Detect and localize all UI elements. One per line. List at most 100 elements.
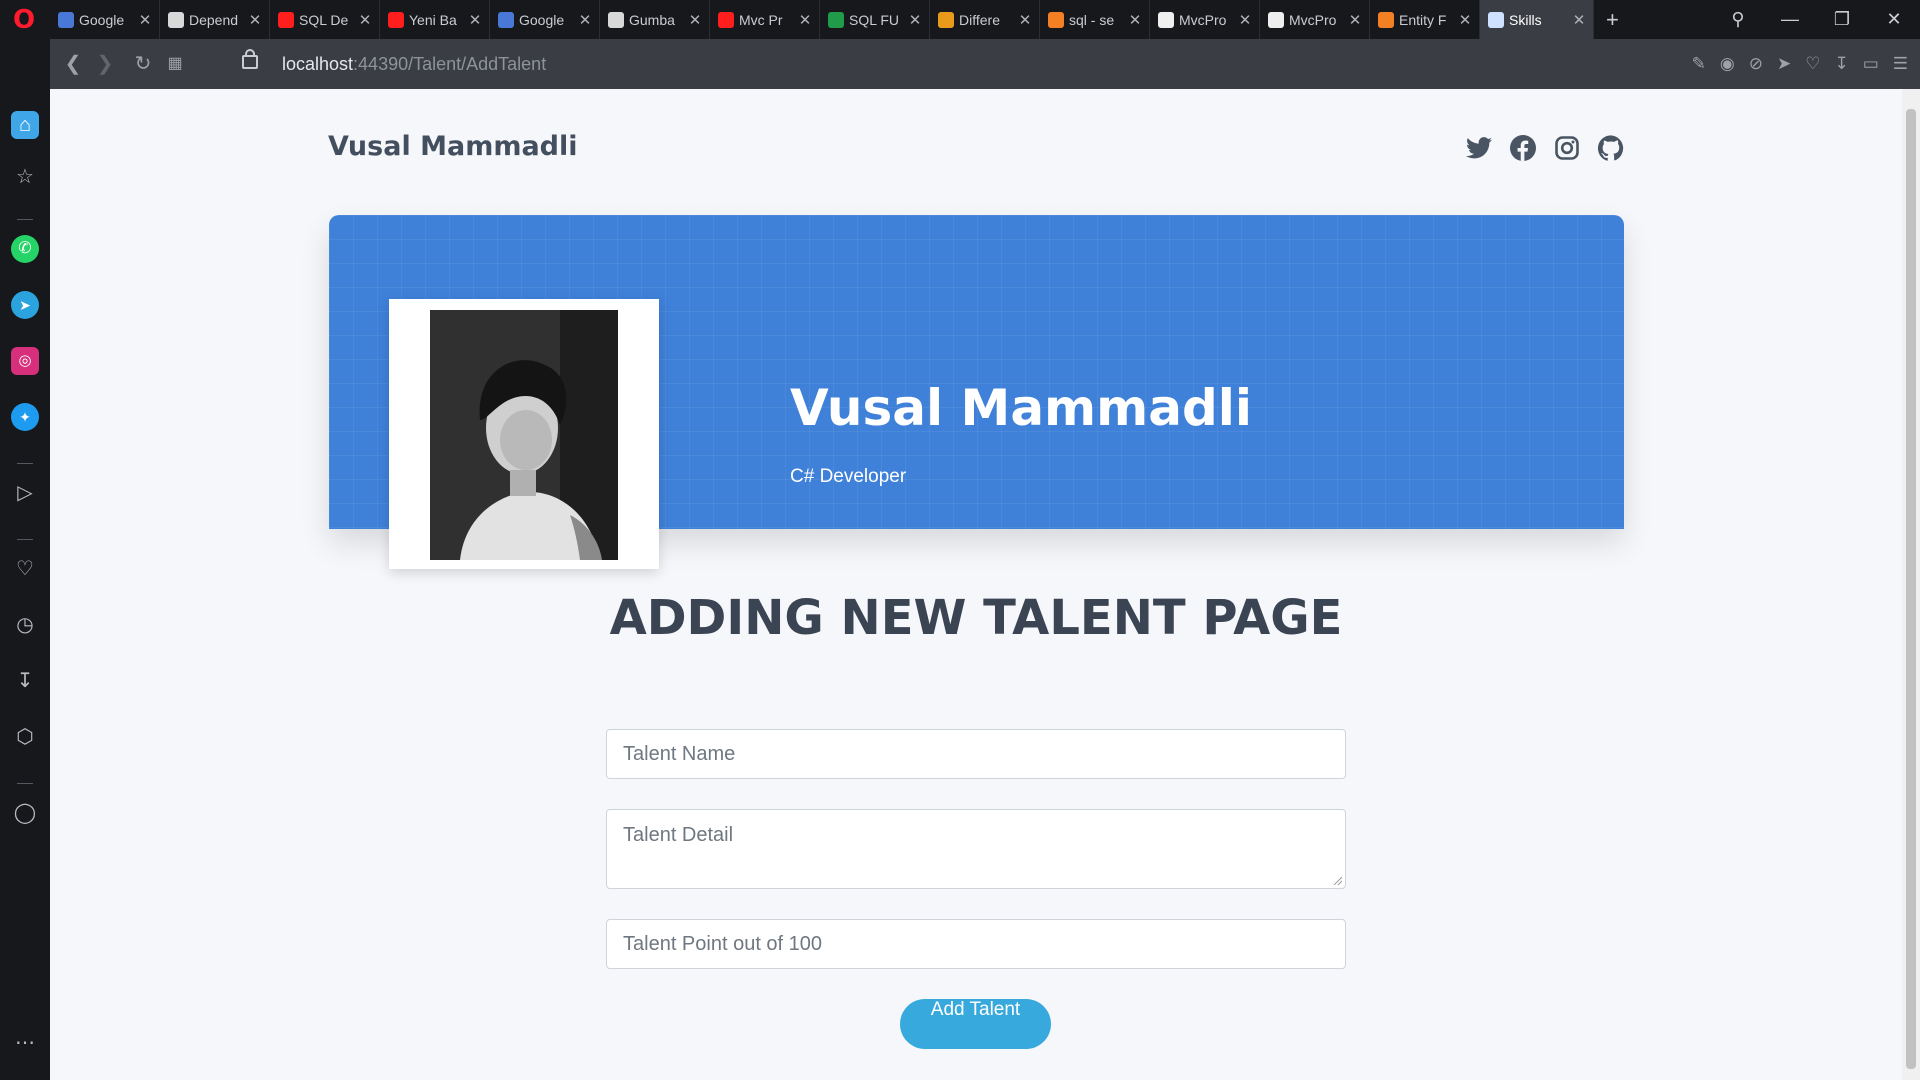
tab-close-icon[interactable]: ✕: [1017, 11, 1033, 29]
talent-detail-textarea[interactable]: Talent Detail: [606, 809, 1346, 889]
add-talent-button[interactable]: Add Talent: [900, 999, 1051, 1049]
tab-close-icon[interactable]: ✕: [1127, 11, 1143, 29]
address-bar: ❮ ❯ ↻ ▦ localhost:44390/Talent/AddTalent…: [50, 39, 1920, 89]
hero-role: C# Developer: [790, 466, 907, 487]
home-icon[interactable]: ⌂: [11, 111, 39, 139]
tab-close-icon[interactable]: ✕: [1237, 11, 1253, 29]
new-tab-icon[interactable]: +: [1606, 0, 1619, 39]
tab-close-icon[interactable]: ✕: [907, 11, 923, 29]
browser-tab[interactable]: Google ✕: [50, 0, 160, 39]
browser-tab[interactable]: SQL FU ✕: [820, 0, 930, 39]
more-icon[interactable]: ⋯: [11, 1029, 39, 1057]
opera-menu-icon[interactable]: O: [11, 7, 37, 33]
lock-icon[interactable]: [242, 49, 258, 69]
snapshot-icon[interactable]: ◉: [1720, 54, 1735, 74]
twitter-icon[interactable]: [1464, 133, 1494, 163]
tab-favicon-icon: [498, 11, 514, 28]
tab-favicon-icon: [938, 11, 954, 28]
talent-name-input[interactable]: Talent Name: [606, 729, 1346, 779]
downloads-icon[interactable]: ↧: [11, 667, 39, 695]
sidebar-divider: [17, 219, 33, 220]
extensions-icon[interactable]: ⬡: [11, 723, 39, 751]
instagram-icon[interactable]: [1552, 133, 1582, 163]
tab-close-icon[interactable]: ✕: [797, 11, 813, 29]
browser-tab[interactable]: Mvc Pr ✕: [710, 0, 820, 39]
tab-close-icon[interactable]: ✕: [687, 11, 703, 29]
whatsapp-icon[interactable]: ✆: [11, 235, 39, 263]
back-icon[interactable]: ❮: [58, 39, 88, 89]
tab-bar: O Google ✕ Depend ✕ SQL De ✕ Yeni Ba ✕ Google ✕ Gu…: [0, 0, 1920, 39]
textarea-resize-handle[interactable]: [1334, 877, 1342, 885]
talent-name-placeholder: Talent Name: [623, 743, 736, 765]
tab-close-icon[interactable]: ✕: [1571, 11, 1587, 29]
telegram-icon[interactable]: ➤: [11, 291, 39, 319]
browser-tab[interactable]: MvcPro ✕: [1260, 0, 1370, 39]
browser-tab[interactable]: Skills ✕: [1480, 0, 1594, 39]
page-scrollbar[interactable]: [1902, 89, 1920, 1080]
send-icon[interactable]: ➤: [1777, 54, 1791, 74]
scrollbar-thumb[interactable]: [1906, 109, 1916, 1069]
tab-title: MvcPro: [1289, 11, 1337, 28]
tab-close-icon[interactable]: ✕: [1457, 11, 1473, 29]
minimize-icon[interactable]: —: [1764, 9, 1816, 30]
github-icon[interactable]: [1596, 133, 1626, 163]
tab-close-icon[interactable]: ✕: [247, 11, 263, 29]
hero-name: Vusal Mammadli: [790, 379, 1253, 437]
forward-icon[interactable]: ❯: [90, 39, 120, 89]
browser-tab[interactable]: Depend ✕: [160, 0, 270, 39]
tab-title: Skills: [1509, 11, 1542, 28]
sidebar-divider: [17, 783, 33, 784]
profile-photo: [430, 310, 618, 560]
tab-title: Gumba: [629, 11, 675, 28]
sidebar-divider: [17, 463, 33, 464]
window-controls: ⚲ — ❐ ✕: [1712, 0, 1920, 39]
browser-tab[interactable]: sql - se ✕: [1040, 0, 1150, 39]
tab-favicon-icon: [828, 11, 844, 28]
url-field[interactable]: localhost:44390/Talent/AddTalent: [282, 39, 546, 89]
browser-tab[interactable]: Google ✕: [490, 0, 600, 39]
speed-dial-star-icon[interactable]: ☆: [11, 163, 39, 191]
bookmark-heart-icon[interactable]: ♡: [1805, 54, 1820, 74]
site-brand[interactable]: Vusal Mammadli: [328, 131, 578, 162]
download-icon[interactable]: ↧: [1834, 54, 1848, 74]
close-window-icon[interactable]: ✕: [1868, 9, 1920, 30]
browser-tab[interactable]: Entity F ✕: [1370, 0, 1480, 39]
browser-tab[interactable]: Yeni Ba ✕: [380, 0, 490, 39]
share-icon[interactable]: ✎: [1692, 54, 1706, 74]
tab-favicon-icon: [1158, 11, 1174, 28]
tab-close-icon[interactable]: ✕: [467, 11, 483, 29]
page-viewport: Vusal Mammadli Vusal Mammadli C# Develop…: [50, 89, 1902, 1080]
history-icon[interactable]: ◷: [11, 611, 39, 639]
adblock-icon[interactable]: ⊘: [1749, 54, 1763, 74]
browser-tab[interactable]: Gumba ✕: [600, 0, 710, 39]
tab-title: Depend: [189, 11, 239, 28]
facebook-icon[interactable]: [1508, 133, 1538, 163]
search-tabs-icon[interactable]: ⚲: [1712, 9, 1764, 30]
twitter-sidebar-icon[interactable]: ✦: [11, 403, 39, 431]
talent-detail-placeholder: Talent Detail: [623, 824, 734, 846]
battery-icon[interactable]: ▭: [1863, 54, 1879, 74]
tab-title: Mvc Pr: [739, 11, 783, 28]
talent-point-placeholder: Talent Point out of 100: [623, 933, 823, 955]
sidebar-divider: [17, 539, 33, 540]
talent-point-input[interactable]: Talent Point out of 100: [606, 919, 1346, 969]
browser-tab[interactable]: MvcPro ✕: [1150, 0, 1260, 39]
tab-strip: Google ✕ Depend ✕ SQL De ✕ Yeni Ba ✕ Google ✕ Gumb…: [50, 0, 1619, 39]
browser-tab[interactable]: SQL De ✕: [270, 0, 380, 39]
reload-icon[interactable]: ↻: [128, 39, 158, 89]
tab-title: Differe: [959, 11, 1000, 28]
tab-close-icon[interactable]: ✕: [137, 11, 153, 29]
tab-close-icon[interactable]: ✕: [1347, 11, 1363, 29]
send-sidebar-icon[interactable]: ▷: [11, 479, 39, 507]
speed-dial-icon[interactable]: ▦: [160, 39, 190, 89]
browser-tab[interactable]: Differe ✕: [930, 0, 1040, 39]
tips-icon[interactable]: ◯: [11, 799, 39, 827]
url-path: :44390/Talent/AddTalent: [353, 54, 547, 74]
bookmarks-icon[interactable]: ♡: [11, 555, 39, 583]
easy-setup-icon[interactable]: ☰: [1893, 54, 1908, 74]
tab-close-icon[interactable]: ✕: [357, 11, 373, 29]
maximize-icon[interactable]: ❐: [1816, 9, 1868, 30]
instagram-sidebar-icon[interactable]: ◎: [11, 347, 39, 375]
tab-close-icon[interactable]: ✕: [577, 11, 593, 29]
tab-title: MvcPro: [1179, 11, 1227, 28]
